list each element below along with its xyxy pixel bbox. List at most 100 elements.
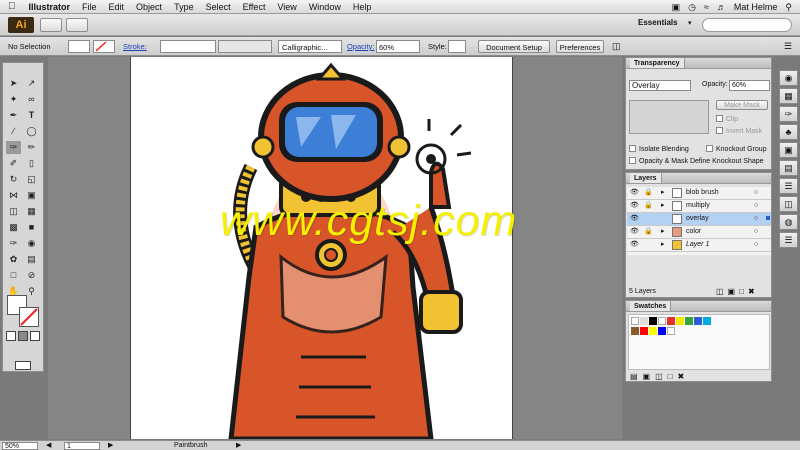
target-icon[interactable]: ○ <box>754 226 758 238</box>
fill-color-picker[interactable] <box>68 40 90 53</box>
swatch-white[interactable] <box>658 317 666 325</box>
target-icon[interactable]: ○ <box>754 187 758 199</box>
swatch-red-2[interactable] <box>640 327 648 335</box>
menu-edit[interactable]: Edit <box>103 2 131 12</box>
symbol-sprayer-tool-icon[interactable]: ✿ <box>6 253 21 266</box>
graphic-styles-icon[interactable]: ▣ <box>779 142 798 158</box>
swatch-green[interactable] <box>685 317 693 325</box>
stroke-panel-icon[interactable]: ☰ <box>779 178 798 194</box>
preferences-button[interactable]: Preferences <box>556 40 604 53</box>
arrange-documents-button[interactable] <box>66 18 88 32</box>
selection-indicator-icon[interactable] <box>766 216 770 220</box>
menu-app-name[interactable]: Illustrator <box>23 2 77 12</box>
menu-view[interactable]: View <box>271 2 302 12</box>
lock-icon[interactable]: 🔒 <box>644 187 653 199</box>
gradient-mode-icon[interactable] <box>18 331 28 341</box>
spotlight-icon[interactable]: ⚲ <box>785 2 792 13</box>
next-artboard-icon[interactable]: ▶ <box>108 441 113 449</box>
stroke-color-picker[interactable] <box>93 40 115 53</box>
artboard-tool-icon[interactable]: □ <box>6 269 21 282</box>
swatch-yellow[interactable] <box>676 317 684 325</box>
layers-panel-icon[interactable]: ☰ <box>779 232 798 248</box>
swatch-yellow-2[interactable] <box>649 327 657 335</box>
stroke-swatch[interactable] <box>19 307 39 327</box>
expand-arrow-icon[interactable]: ▸ <box>661 187 665 199</box>
magic-wand-tool-icon[interactable]: ✦ <box>6 93 21 106</box>
rotate-tool-icon[interactable]: ↻ <box>6 173 21 186</box>
swatch-white-2[interactable] <box>667 327 675 335</box>
layer-name[interactable]: color <box>686 226 701 238</box>
knockout-group-checkbox[interactable]: Knockout Group <box>706 145 767 153</box>
menu-file[interactable]: File <box>76 2 103 12</box>
menu-window[interactable]: Window <box>303 2 347 12</box>
apple-menu-icon[interactable]:  <box>0 1 23 12</box>
swatch-blue-2[interactable] <box>658 327 666 335</box>
direct-selection-tool-icon[interactable]: ↗ <box>24 77 39 90</box>
bridge-button[interactable] <box>40 18 62 32</box>
layer-row[interactable]: 👁 🔒 ▸ blob brush ○ <box>627 187 771 200</box>
lasso-tool-icon[interactable]: ∞ <box>24 93 39 106</box>
selection-tool-icon[interactable]: ➤ <box>6 77 21 90</box>
expand-arrow-icon[interactable]: ▸ <box>661 239 665 251</box>
swatch-actions-icons[interactable]: ▤▣◫□✖ <box>630 372 689 381</box>
brush-definition-dropdown[interactable]: Calligraphic... <box>278 40 342 53</box>
layer-row[interactable]: 👁 🔒 ▸ multiply ○ <box>627 200 771 213</box>
scale-tool-icon[interactable]: ◱ <box>24 173 39 186</box>
artboard-number-field[interactable]: 1 <box>64 442 100 450</box>
pencil-tool-icon[interactable]: ✏ <box>24 141 39 154</box>
lock-icon[interactable]: 🔒 <box>644 200 653 212</box>
swatch-red[interactable] <box>667 317 675 325</box>
menu-object[interactable]: Object <box>130 2 168 12</box>
layer-name[interactable]: Layer 1 <box>686 239 709 251</box>
swatch-registration[interactable] <box>640 317 648 325</box>
panel-menu-icon[interactable]: ☰ <box>784 40 792 53</box>
slice-tool-icon[interactable]: ⊘ <box>24 269 39 282</box>
layers-tab[interactable]: Layers <box>630 173 662 183</box>
eye-icon[interactable]: 👁 <box>630 226 639 238</box>
mesh-tool-icon[interactable]: ▩ <box>6 221 21 234</box>
layer-actions-icons[interactable]: ◫▣□✖ <box>716 287 759 296</box>
line-tool-icon[interactable]: ∕ <box>6 125 21 138</box>
ellipse-tool-icon[interactable]: ◯ <box>24 125 39 138</box>
brushes-panel-icon[interactable]: ✑ <box>779 106 798 122</box>
artboard[interactable] <box>130 57 513 439</box>
user-name[interactable]: Mat Helme <box>734 2 778 12</box>
menu-effect[interactable]: Effect <box>237 2 272 12</box>
opacity-field[interactable]: 60% <box>376 40 420 53</box>
eye-icon[interactable]: 👁 <box>630 187 639 199</box>
wifi-icon[interactable]: ≈ <box>704 2 709 12</box>
appearance-panel-icon[interactable]: ▤ <box>779 160 798 176</box>
stroke-panel-link[interactable]: Stroke: <box>123 40 147 53</box>
layer-row-selected[interactable]: 👁 overlay ○ <box>627 213 771 226</box>
width-tool-icon[interactable]: ⋈ <box>6 189 21 202</box>
eye-icon[interactable]: 👁 <box>630 200 639 212</box>
graphic-style-picker[interactable] <box>448 40 466 53</box>
color-panel-icon[interactable]: ◉ <box>779 70 798 86</box>
variable-width-dropdown[interactable] <box>218 40 272 53</box>
document-canvas[interactable] <box>48 57 622 439</box>
arrange-icon[interactable]: ◫ <box>612 40 621 53</box>
stroke-weight-field[interactable] <box>160 40 216 53</box>
color-guide-icon[interactable]: ▦ <box>779 88 798 104</box>
swatch-none[interactable] <box>631 317 639 325</box>
volume-icon[interactable]: ♬ <box>717 2 726 12</box>
make-mask-button[interactable]: Make Mask <box>716 100 768 110</box>
paintbrush-tool-icon[interactable]: ✑ <box>6 141 21 154</box>
transparency-tab[interactable]: Transparency <box>630 58 685 68</box>
isolate-blending-checkbox[interactable]: Isolate Blending <box>629 145 689 153</box>
document-setup-button[interactable]: Document Setup <box>478 40 550 53</box>
draw-mode-icons[interactable] <box>7 347 41 357</box>
color-mode-icon[interactable] <box>6 331 16 341</box>
eraser-tool-icon[interactable]: ▯ <box>24 157 39 170</box>
first-artboard-icon[interactable]: ◀ <box>46 441 51 449</box>
expand-arrow-icon[interactable]: ▸ <box>661 200 665 212</box>
graph-tool-icon[interactable]: ▤ <box>24 253 39 266</box>
workspace-switcher[interactable]: Essentials <box>638 18 678 27</box>
pen-tool-icon[interactable]: ✒ <box>6 109 21 122</box>
free-transform-tool-icon[interactable]: ▣ <box>24 189 39 202</box>
swatches-tab[interactable]: Swatches <box>630 301 672 311</box>
opacity-panel-link[interactable]: Opacity: <box>347 40 375 53</box>
opacity-mask-knockout-checkbox[interactable]: Opacity & Mask Define Knockout Shape <box>629 157 764 165</box>
menu-help[interactable]: Help <box>347 2 378 12</box>
eye-icon[interactable]: 👁 <box>630 239 639 251</box>
